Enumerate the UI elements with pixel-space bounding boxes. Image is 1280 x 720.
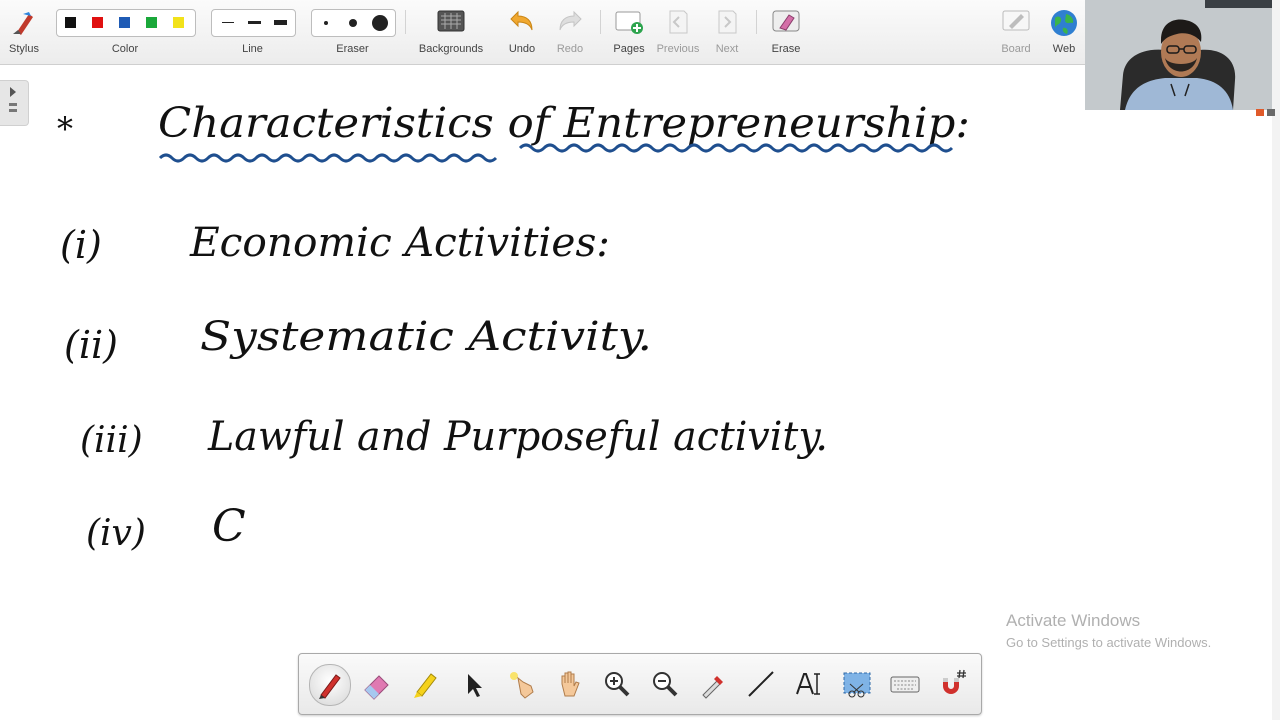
item-number: (iv) (86, 513, 146, 554)
drawing-toolbar (298, 653, 982, 715)
line-group: Line (211, 0, 294, 64)
board-icon (1002, 10, 1030, 31)
stylus-tool[interactable]: Stylus (4, 0, 44, 64)
redo-button[interactable]: Redo (550, 0, 590, 64)
item-text: Economic Activities: (189, 220, 610, 266)
backgrounds-label: Backgrounds (418, 43, 484, 55)
previous-page-icon (669, 10, 688, 34)
erase-all-icon (772, 10, 800, 32)
text-tool-icon (796, 673, 820, 695)
item-number: (iii) (80, 420, 143, 461)
pen-icon (319, 674, 341, 699)
line-tool-icon (748, 671, 774, 697)
board-label: Board (1001, 43, 1031, 55)
eraser-icon (364, 675, 389, 700)
next-label: Next (715, 43, 739, 55)
item-number: (ii) (64, 323, 118, 367)
hand-pan-icon (561, 671, 580, 697)
color-label: Color (111, 43, 139, 55)
web-label: Web (1052, 43, 1076, 55)
zoom-in-icon (605, 672, 630, 697)
item-text: C (212, 501, 246, 552)
erase-all-button[interactable]: Erase (766, 0, 806, 64)
magnet-button[interactable] (933, 664, 973, 704)
pages-button[interactable]: Pages (609, 0, 649, 64)
screen-capture-icon (843, 672, 871, 698)
color-group: Color (56, 0, 194, 64)
item-number: (i) (60, 223, 102, 267)
laser-pointer-button[interactable] (501, 664, 541, 704)
activate-windows-title: Activate Windows (1006, 611, 1141, 630)
stylus-icon (13, 12, 33, 35)
screen-capture-button[interactable] (837, 664, 877, 704)
backgrounds-button[interactable]: Backgrounds (415, 0, 487, 64)
board-heading: Characteristics of Entrepreneurship: (158, 99, 970, 147)
stylus-label: Stylus (9, 43, 39, 55)
line-label: Line (242, 43, 263, 55)
keyboard-button[interactable] (885, 664, 925, 704)
globe-icon (1051, 10, 1077, 36)
eraser-label: Eraser (336, 43, 369, 55)
keyboard-icon (890, 676, 920, 693)
pages-icon (615, 11, 643, 34)
previous-label: Previous (656, 43, 700, 55)
eraser-group: Eraser (311, 0, 394, 64)
item-text: Lawful and Purposeful activity. (207, 414, 828, 460)
pages-label: Pages (613, 43, 645, 55)
undo-icon (510, 10, 533, 31)
board-button[interactable]: Board (996, 0, 1036, 64)
pen-tool-button[interactable] (309, 664, 351, 706)
next-page-icon (718, 10, 737, 34)
undo-label: Undo (508, 43, 536, 55)
laser-pointer-icon (510, 672, 534, 699)
dropper-icon (702, 676, 723, 699)
pointer-icon (468, 674, 482, 697)
pan-hand-button[interactable] (549, 664, 589, 704)
toolbar-divider (405, 10, 406, 34)
next-page-button[interactable]: Next (707, 0, 747, 64)
toolbar-divider (600, 10, 601, 34)
redo-label: Redo (556, 43, 584, 55)
toolbar-divider (756, 10, 757, 34)
previous-page-button[interactable]: Previous (655, 0, 701, 64)
undo-button[interactable]: Undo (502, 0, 542, 64)
backgrounds-icon (437, 10, 465, 32)
redo-icon (559, 10, 582, 31)
top-toolbar: Stylus Color Line Eraser Backgrounds Und… (0, 0, 1085, 65)
erase-label: Erase (771, 43, 801, 55)
zoom-out-icon (653, 672, 678, 697)
eraser-tool-button[interactable] (357, 664, 397, 704)
item-text: Systematic Activity. (200, 314, 652, 360)
highlighter-icon (414, 673, 437, 698)
zoom-out-button[interactable] (645, 664, 685, 704)
dropper-button[interactable] (693, 664, 733, 704)
line-tool-button[interactable] (741, 664, 781, 704)
heading-underline (158, 143, 954, 163)
text-tool-button[interactable] (789, 664, 829, 704)
web-button[interactable]: Web (1044, 0, 1084, 64)
zoom-in-button[interactable] (597, 664, 637, 704)
activate-windows-subtitle: Go to Settings to activate Windows. (1006, 635, 1212, 650)
heading-marker: * (57, 110, 73, 148)
highlighter-tool-button[interactable] (405, 664, 445, 704)
select-pointer-button[interactable] (453, 664, 493, 704)
magnet-icon (943, 669, 966, 694)
